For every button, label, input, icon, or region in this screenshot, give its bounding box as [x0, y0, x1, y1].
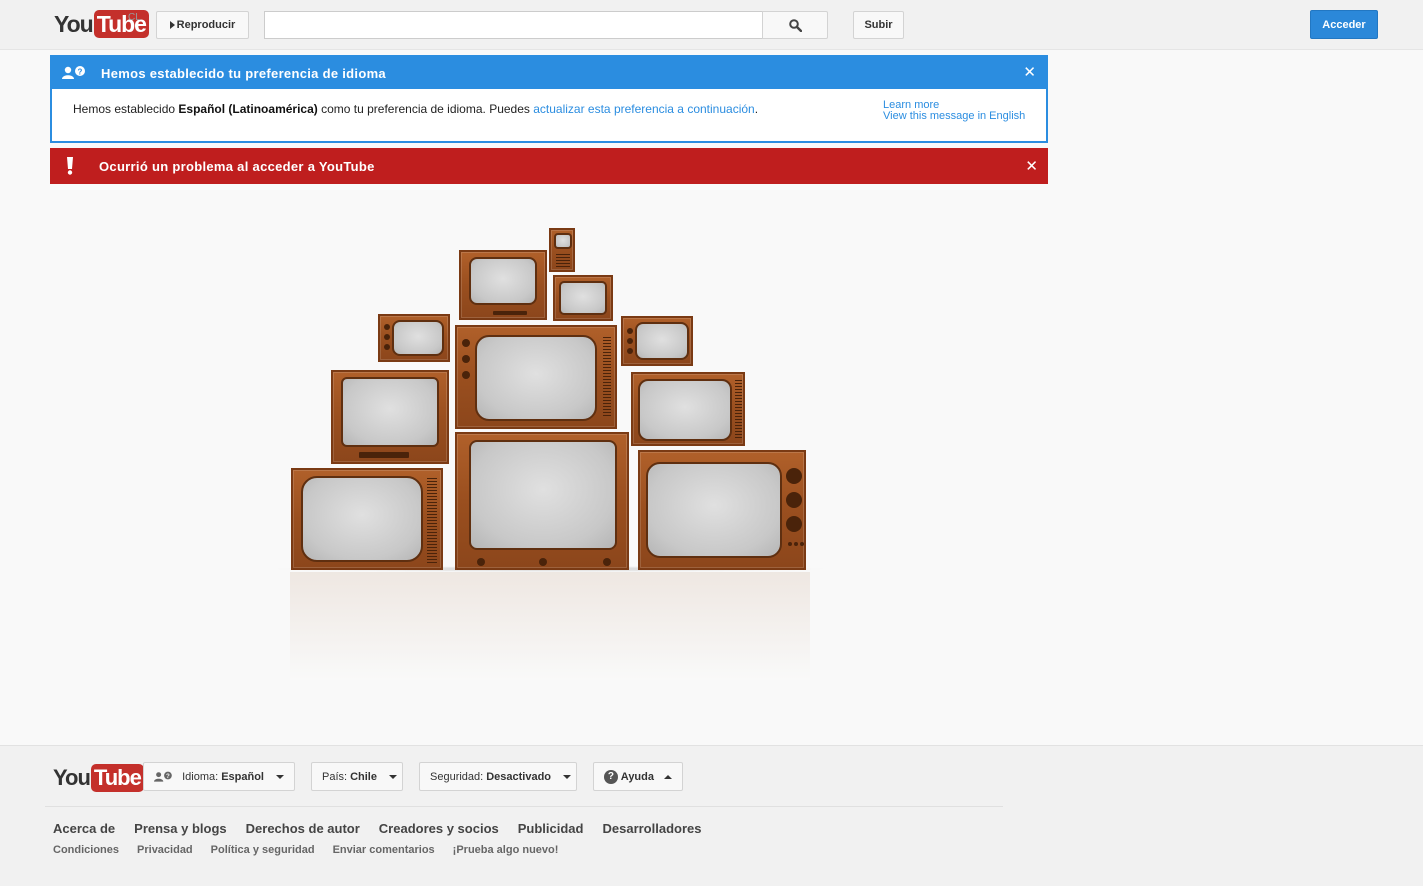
- signin-button[interactable]: Acceder: [1310, 10, 1378, 39]
- footer-link-press[interactable]: Prensa y blogs: [134, 821, 226, 836]
- country-value: Chile: [350, 770, 377, 783]
- footer-link-terms[interactable]: Condiciones: [53, 844, 119, 856]
- error-alert: Ocurrió un problema al acceder a YouTube…: [50, 148, 1048, 184]
- footer-youtube-logo[interactable]: You Tube: [53, 764, 144, 792]
- chevron-down-icon: [563, 774, 572, 779]
- language-alert-links: Learn more View this message in English: [883, 100, 1025, 122]
- footer-link-try-new[interactable]: ¡Prueba algo nuevo!: [453, 844, 559, 856]
- safety-label: Seguridad:: [430, 770, 484, 783]
- tv: [621, 316, 693, 366]
- search-input[interactable]: [264, 11, 763, 39]
- footer-link-copyright[interactable]: Derechos de autor: [246, 821, 360, 836]
- country-selector[interactable]: País: Chile: [311, 762, 403, 791]
- language-label: Idioma:: [182, 770, 219, 783]
- tv: [459, 250, 547, 320]
- logo-you: You: [53, 765, 91, 790]
- tv-reflection: [290, 572, 810, 692]
- error-alert-title: Ocurrió un problema al acceder a YouTube: [99, 159, 375, 174]
- footer-link-developers[interactable]: Desarrolladores: [602, 821, 701, 836]
- message-middle: como tu preferencia de idioma. Puedes: [317, 102, 534, 116]
- tv: [553, 275, 613, 321]
- language-selector[interactable]: ? Idioma: Español: [143, 762, 295, 791]
- close-icon[interactable]: ✕: [1025, 159, 1038, 174]
- help-button[interactable]: ? Ayuda: [593, 762, 683, 791]
- safety-value: Desactivado: [486, 770, 552, 783]
- play-button[interactable]: Reproducir: [156, 11, 249, 39]
- search-icon: [788, 18, 802, 32]
- footer-link-policy[interactable]: Política y seguridad: [211, 844, 315, 856]
- chevron-up-icon: [664, 774, 672, 779]
- footer-divider: [45, 806, 1003, 807]
- tv: [291, 468, 443, 570]
- tv: [331, 370, 449, 464]
- footer-link-creators[interactable]: Creadores y socios: [379, 821, 499, 836]
- masthead: You Tube CL Reproducir Subir Acceder: [0, 0, 1423, 50]
- svg-text:?: ?: [78, 68, 83, 77]
- language-alert-bar: ? Hemos establecido tu preferencia de id…: [52, 57, 1046, 89]
- help-icon: ?: [604, 769, 618, 784]
- footer-link-feedback[interactable]: Enviar comentarios: [333, 844, 435, 856]
- country-code: CL: [128, 12, 141, 23]
- footer-main-links: Acerca de Prensa y blogs Derechos de aut…: [53, 821, 701, 836]
- play-icon: [169, 21, 175, 29]
- search-button[interactable]: [762, 11, 828, 39]
- language-alert-title: Hemos establecido tu preferencia de idio…: [101, 65, 386, 81]
- chevron-down-icon: [276, 774, 284, 779]
- footer-sub-links: Condiciones Privacidad Política y seguri…: [53, 844, 558, 856]
- update-preference-link[interactable]: actualizar esta preferencia a continuaci…: [533, 102, 754, 116]
- close-icon[interactable]: ✕: [1023, 65, 1036, 80]
- svg-text:?: ?: [166, 773, 170, 780]
- safety-selector[interactable]: Seguridad: Desactivado: [419, 762, 577, 791]
- footer: You Tube ? Idioma: Español País: Chile S…: [0, 745, 1423, 886]
- language-alert-message: Hemos establecido Español (Latinoamérica…: [73, 103, 763, 116]
- logo-you: You: [54, 10, 94, 37]
- help-label: Ayuda: [620, 770, 654, 783]
- message-language: Español (Latinoamérica): [178, 102, 318, 116]
- logo-tube: Tube: [90, 764, 144, 792]
- signin-button-label: Acceder: [1322, 18, 1366, 31]
- view-english-link[interactable]: View this message in English: [883, 111, 1025, 122]
- footer-link-about[interactable]: Acerca de: [53, 821, 115, 836]
- tv: [455, 325, 617, 429]
- message-prefix: Hemos establecido: [73, 102, 179, 116]
- tv: [549, 228, 575, 272]
- footer-link-advertising[interactable]: Publicidad: [518, 821, 584, 836]
- tv: [638, 450, 806, 570]
- language-alert: ? Hemos establecido tu preferencia de id…: [50, 55, 1048, 143]
- play-button-label: Reproducir: [176, 19, 236, 31]
- exclamation-icon: [67, 157, 73, 175]
- language-value: Español: [221, 770, 264, 783]
- tv: [378, 314, 450, 362]
- upload-button[interactable]: Subir: [853, 11, 904, 39]
- tv: [631, 372, 745, 446]
- language-people-icon: ?: [62, 66, 85, 79]
- language-people-icon: ?: [154, 771, 172, 782]
- tv: [455, 432, 629, 570]
- message-suffix: .: [754, 102, 759, 116]
- broken-tvs-illustration: [260, 220, 840, 700]
- upload-button-label: Subir: [864, 19, 893, 31]
- chevron-down-icon: [388, 774, 397, 779]
- country-label: País:: [322, 770, 348, 783]
- footer-link-privacy[interactable]: Privacidad: [137, 844, 193, 856]
